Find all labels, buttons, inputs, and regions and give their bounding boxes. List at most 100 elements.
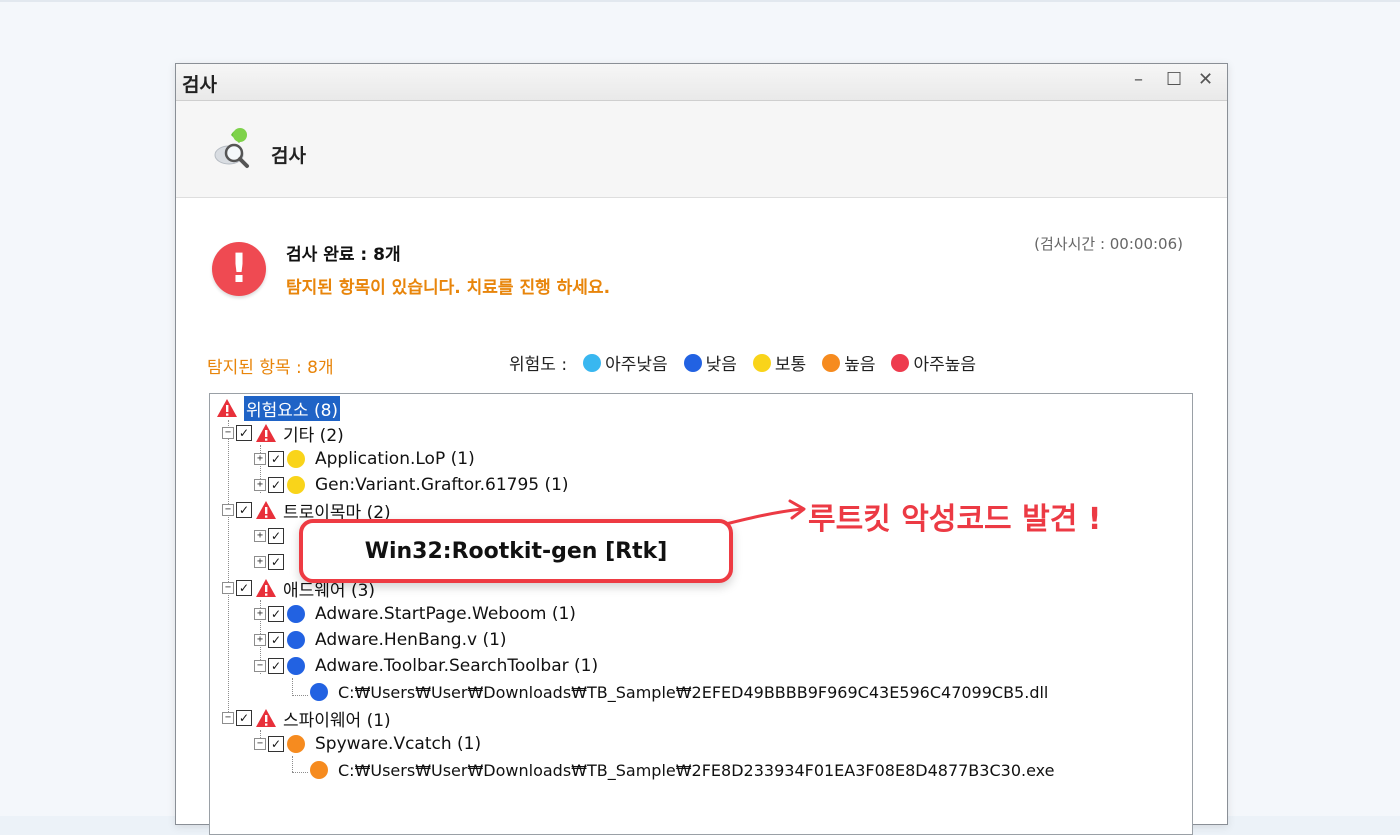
item-checkbox[interactable]: ✓ (268, 632, 284, 648)
scan-window: 검사 – ☐ ✕ 검사 ! 검사 완료 : 8개 탐지된 항목이 있습니다. 치… (175, 63, 1228, 835)
tree-item-label: Application.LoP (1) (315, 449, 475, 469)
medium-dot-icon (287, 476, 305, 494)
warning-icon (256, 709, 276, 727)
alert-icon: ! (212, 242, 266, 296)
expand-icon[interactable]: + (254, 634, 266, 646)
collapse-icon[interactable]: − (254, 738, 266, 750)
risk-legend-label: 위험도 : (509, 355, 568, 375)
warning-icon (256, 579, 276, 597)
item-checkbox[interactable]: ✓ (268, 477, 284, 493)
expand-icon[interactable]: + (254, 530, 266, 542)
tree-root[interactable]: 위험요소 (8) (216, 395, 341, 421)
tree-connector (292, 772, 308, 773)
tree-item-label: Adware.StartPage.Weboom (1) (315, 604, 576, 624)
file-path-label: C:₩Users₩User₩Downloads₩TB_Sample₩2EFED4… (338, 682, 1049, 702)
tree-item-label: Gen:Variant.Graftor.61795 (1) (315, 475, 569, 495)
rootkit-callout: Win32:Rootkit-gen [Rtk] (299, 519, 733, 583)
callout-label: Win32:Rootkit-gen [Rtk] (364, 538, 668, 564)
high-dot-icon (287, 735, 305, 753)
legend-item-low: 낮음 (683, 350, 737, 375)
detected-count-label: 탐지된 항목 : 8개 (207, 358, 334, 378)
scan-result-title: 검사 완료 : 8개 (286, 245, 401, 265)
tree-category-label: 기타 (2) (283, 425, 344, 446)
collapse-icon[interactable]: − (222, 582, 234, 594)
threat-tree[interactable]: 위험요소 (8) − ✓ 기타 (2) + ✓ Application.LoP … (209, 393, 1193, 835)
tree-root-label: 위험요소 (8) (244, 395, 341, 421)
collapse-icon[interactable]: − (222, 504, 234, 516)
tree-item[interactable]: + ✓ Application.LoP (1) (254, 447, 475, 471)
legend-label: 아주높음 (913, 355, 977, 375)
tree-item[interactable]: + ✓ Adware.StartPage.Weboom (1) (254, 602, 576, 626)
legend-item-medium: 보통 (752, 350, 807, 375)
tree-item[interactable]: + ✓ Gen:Variant.Graftor.61795 (1) (254, 473, 569, 497)
tree-item[interactable]: − ✓ Spyware.Vcatch (1) (254, 732, 481, 756)
tree-connector (292, 756, 293, 772)
legend-label: 낮음 (705, 355, 737, 375)
file-path-label: C:₩Users₩User₩Downloads₩TB_Sample₩2FE8D2… (338, 760, 1055, 780)
legend-item-high: 높음 (822, 350, 875, 375)
expand-icon[interactable]: + (254, 453, 266, 465)
item-checkbox[interactable]: ✓ (268, 528, 284, 544)
collapse-icon[interactable]: − (222, 712, 234, 724)
category-checkbox[interactable]: ✓ (236, 502, 252, 518)
legend-item-very-low: 아주낮음 (583, 350, 668, 375)
tree-file-path[interactable]: C:₩Users₩User₩Downloads₩TB_Sample₩2FE8D2… (310, 758, 1054, 782)
tree-item-label: Spyware.Vcatch (1) (315, 734, 482, 754)
tree-file-path[interactable]: C:₩Users₩User₩Downloads₩TB_Sample₩2EFED4… (310, 680, 1048, 704)
very-low-dot-icon (583, 353, 602, 372)
high-dot-icon (822, 353, 841, 372)
scan-result-message: 탐지된 항목이 있습니다. 치료를 진행 하세요. (286, 278, 611, 298)
expand-icon[interactable]: + (254, 479, 266, 491)
item-checkbox[interactable]: ✓ (268, 658, 284, 674)
tree-item[interactable]: − ✓ Adware.Toolbar.SearchToolbar (1) (254, 654, 598, 678)
tree-item[interactable]: + ✓ (254, 550, 287, 574)
warning-icon (256, 501, 276, 519)
expand-icon[interactable]: + (254, 556, 266, 568)
category-checkbox[interactable]: ✓ (236, 425, 252, 441)
item-checkbox[interactable]: ✓ (268, 554, 284, 570)
item-checkbox[interactable]: ✓ (268, 451, 284, 467)
arrow-icon (724, 499, 806, 526)
tree-item[interactable]: + ✓ (254, 524, 287, 548)
medium-dot-icon (752, 353, 771, 372)
tree-connector (292, 678, 293, 696)
tree-category-spyware[interactable]: − ✓ 스파이웨어 (1) (222, 706, 391, 731)
low-dot-icon (287, 657, 305, 675)
collapse-icon[interactable]: − (254, 660, 266, 672)
tree-item-label: Adware.Toolbar.SearchToolbar (1) (315, 656, 599, 676)
collapse-icon[interactable]: − (222, 427, 234, 439)
tree-connector (228, 420, 229, 720)
minimize-icon[interactable]: – (1134, 70, 1143, 90)
high-dot-icon (310, 761, 328, 779)
item-checkbox[interactable]: ✓ (268, 736, 284, 752)
tree-item-label: Adware.HenBang.v (1) (315, 630, 507, 650)
low-dot-icon (287, 631, 305, 649)
category-checkbox[interactable]: ✓ (236, 710, 252, 726)
close-icon[interactable]: ✕ (1198, 70, 1213, 90)
item-checkbox[interactable]: ✓ (268, 606, 284, 622)
expand-icon[interactable]: + (254, 608, 266, 620)
warning-icon (217, 399, 237, 417)
page-title: 검사 (271, 145, 306, 167)
scan-magnifier-icon (214, 128, 249, 168)
callout-note: 루트킷 악성코드 발견 ! (808, 502, 1102, 537)
low-dot-icon (683, 353, 702, 372)
low-dot-icon (287, 605, 305, 623)
category-checkbox[interactable]: ✓ (236, 580, 252, 596)
risk-legend: 위험도 : 아주낮음 낮음 보통 높음 아주높음 (509, 350, 976, 375)
window-title: 검사 (182, 74, 217, 96)
tree-category-other[interactable]: − ✓ 기타 (2) (222, 421, 344, 446)
legend-label: 높음 (844, 355, 876, 375)
low-dot-icon (310, 683, 328, 701)
legend-label: 보통 (774, 355, 807, 375)
legend-item-very-high: 아주높음 (891, 350, 976, 375)
warning-icon (256, 424, 276, 442)
tree-connector (292, 695, 308, 696)
maximize-icon[interactable]: ☐ (1166, 70, 1182, 90)
medium-dot-icon (287, 450, 305, 468)
tree-item[interactable]: + ✓ Adware.HenBang.v (1) (254, 628, 507, 652)
tree-category-label: 스파이웨어 (1) (283, 710, 391, 731)
page-header: 검사 (176, 101, 1227, 198)
very-high-dot-icon (891, 353, 910, 372)
window-titlebar[interactable]: 검사 – ☐ ✕ (176, 64, 1227, 101)
